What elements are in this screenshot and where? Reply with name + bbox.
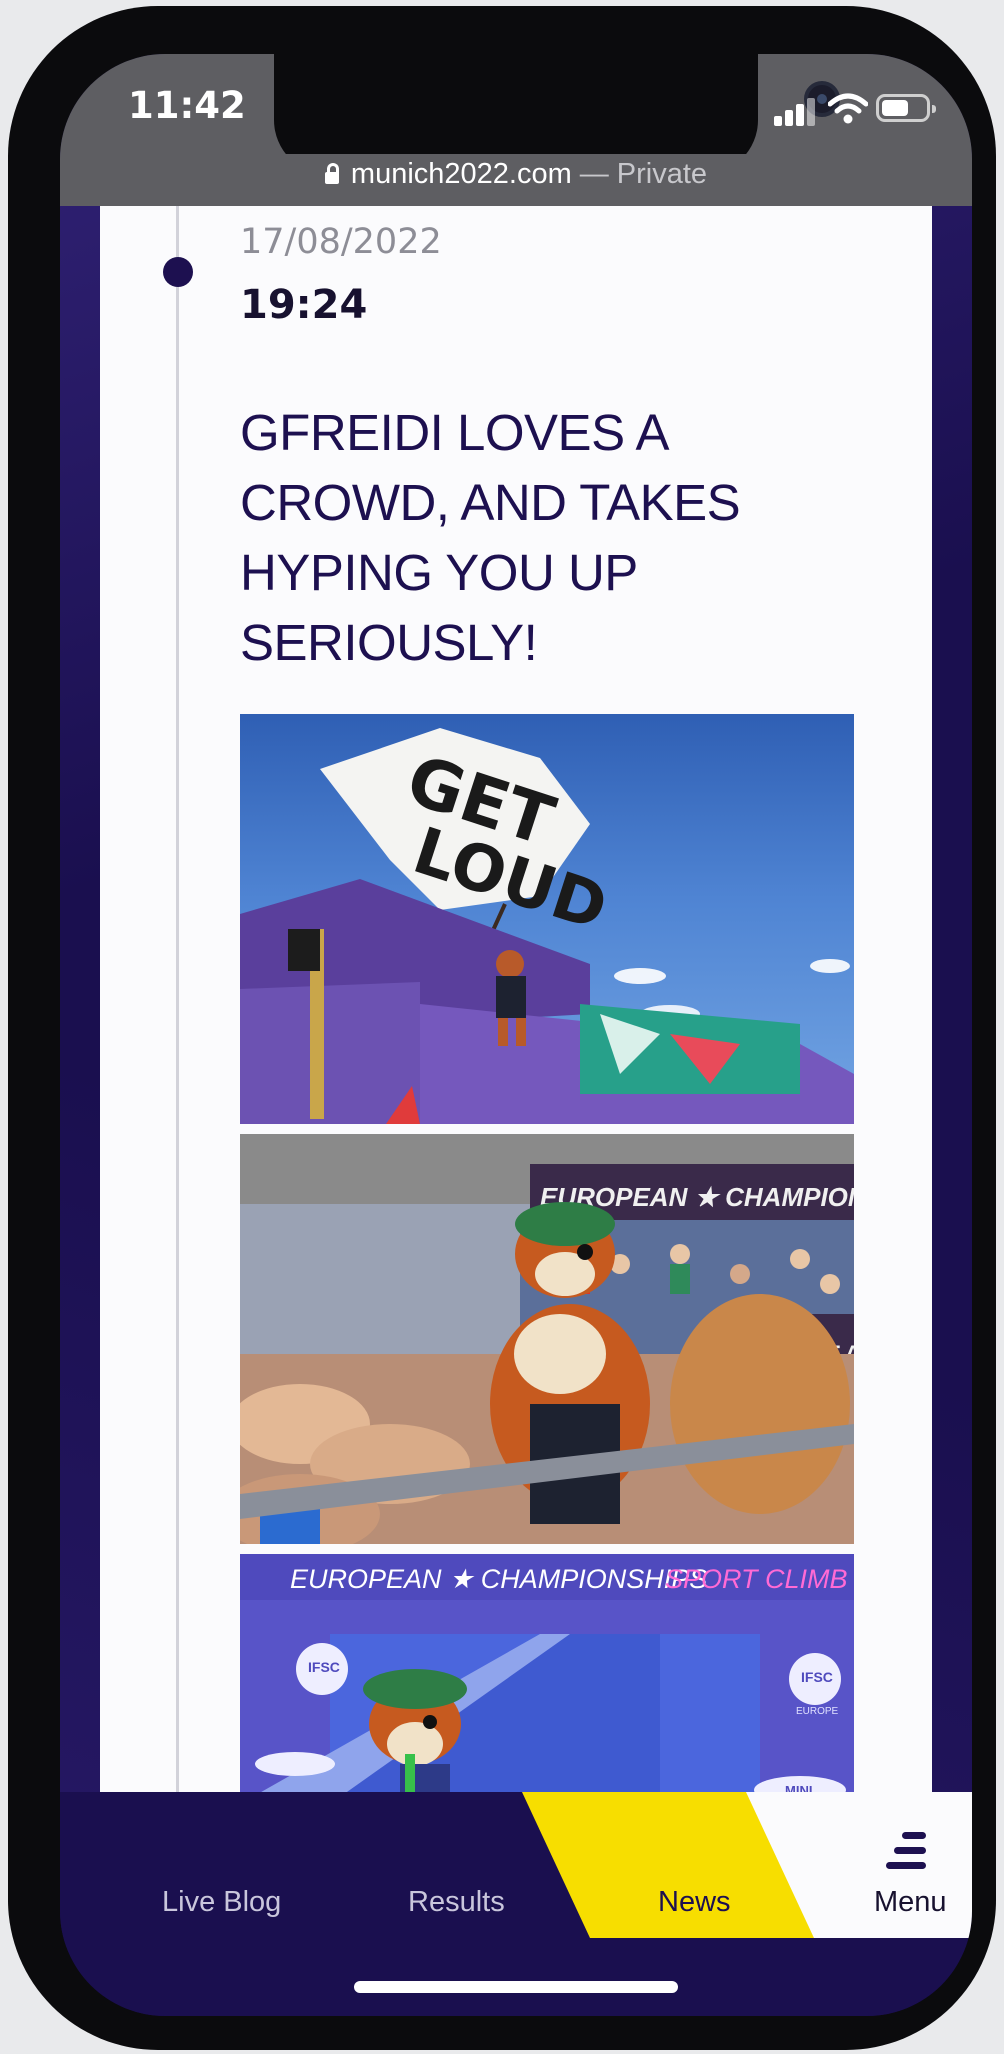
photo-mascot-flag[interactable]: GET LOUD	[240, 714, 854, 1124]
photo-mascot-flag-art: GET LOUD	[240, 728, 854, 1124]
home-indicator[interactable]	[354, 1981, 678, 1993]
phone-frame: 11:42 munich2022.com — Private 17/08/202…	[8, 6, 996, 2050]
url-domain: munich2022.com	[350, 158, 572, 190]
ifsc-logo-sub: EUROPE	[796, 1706, 839, 1717]
lock-icon	[324, 163, 339, 184]
wifi-icon	[828, 93, 868, 124]
nav-menu[interactable]: Menu	[874, 1886, 947, 1919]
photo-mascot-curtain-art: EUROPEAN ★ CHAMPIONSHIPS SPORT CLIMB IFS…	[240, 1554, 854, 1792]
curtain-banner-right: SPORT CLIMB	[665, 1564, 848, 1594]
url-bar[interactable]: munich2022.com — Private	[60, 154, 972, 206]
timeline-line	[176, 206, 179, 1792]
photo-mascot-crowd[interactable]: EUROPEAN ★ CHAMPIONSHIPS BEA OPEAN	[240, 1134, 854, 1544]
entry-headline: GFREIDI LOVES A CROWD, AND TAKES HYPING …	[240, 404, 741, 671]
timeline-dot	[163, 257, 193, 287]
ifsc-logo-left: IFSC	[308, 1659, 340, 1675]
ifsc-logo-right: IFSC	[801, 1669, 833, 1685]
hamburger-menu-icon[interactable]	[886, 1832, 932, 1872]
screen: 11:42 munich2022.com — Private 17/08/202…	[60, 54, 972, 2016]
private-indicator: — Private	[579, 158, 708, 190]
live-blog-entry: 17/08/2022 19:24 GFREIDI LOVES A CROWD, …	[100, 206, 932, 1792]
battery-icon	[876, 94, 936, 122]
signal-icon	[774, 96, 816, 126]
photo-mascot-curtain[interactable]: EUROPEAN ★ CHAMPIONSHIPS SPORT CLIMB IFS…	[240, 1554, 854, 1792]
mini-logo: MINI	[785, 1783, 812, 1792]
status-time: 11:42	[128, 84, 246, 127]
photo-mascot-crowd-art: EUROPEAN ★ CHAMPIONSHIPS BEA OPEAN	[240, 1134, 854, 1544]
curtain-banner-left: EUROPEAN ★ CHAMPIONSHIPS	[290, 1564, 707, 1594]
nav-results[interactable]: Results	[408, 1886, 505, 1919]
status-bar: 11:42	[60, 54, 972, 175]
entry-date: 17/08/2022	[240, 222, 442, 262]
entry-time: 19:24	[240, 282, 368, 328]
nav-live-blog[interactable]: Live Blog	[162, 1886, 281, 1919]
nav-news[interactable]: News	[658, 1886, 731, 1919]
